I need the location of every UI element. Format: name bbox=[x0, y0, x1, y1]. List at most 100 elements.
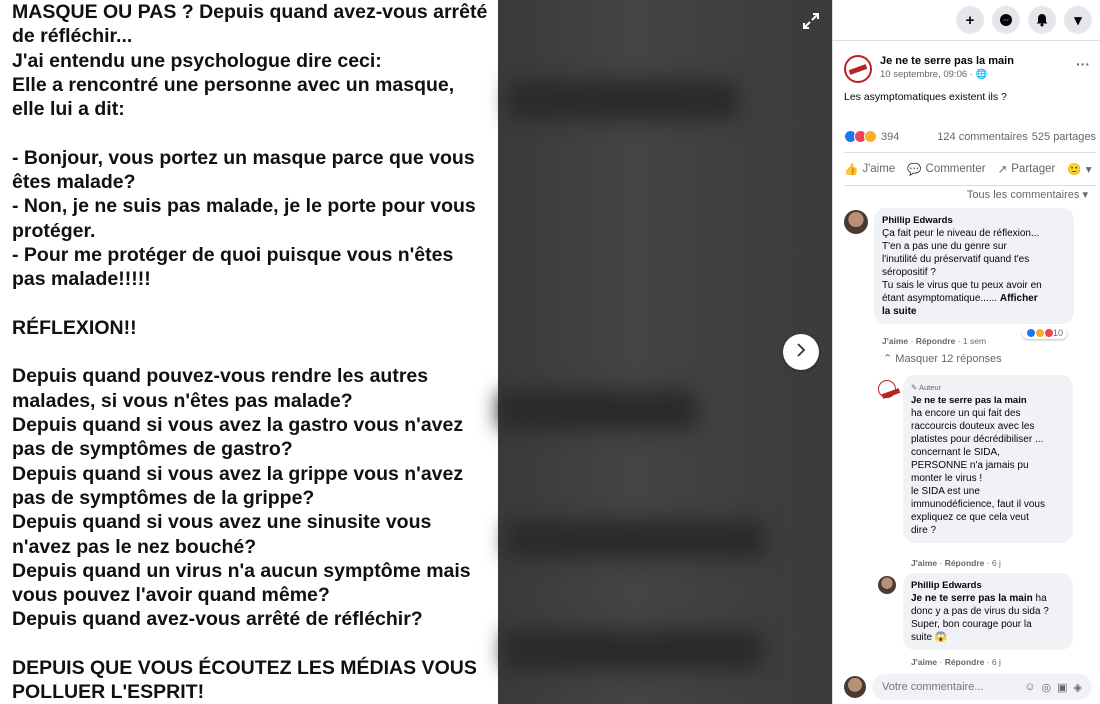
reply-actions: J'aime · Répondre · 6 j bbox=[911, 657, 1001, 667]
hide-replies-label: Masquer 12 réponses bbox=[895, 353, 1002, 365]
comment-label: Commenter bbox=[925, 163, 986, 175]
photo-text-line: - Non, je ne suis pas malade, je le port… bbox=[12, 195, 476, 218]
messenger-button[interactable] bbox=[992, 6, 1020, 34]
chevron-down-icon: ▾ bbox=[1082, 189, 1088, 201]
user-avatar[interactable] bbox=[844, 676, 866, 698]
haha-reaction-icon bbox=[864, 130, 877, 143]
photo-text-line: vous pouvez l'avoir quand même? bbox=[12, 584, 330, 607]
author-tag-label: Auteur bbox=[918, 383, 942, 392]
commenter-avatar[interactable] bbox=[844, 210, 868, 234]
comment-filter-dropdown[interactable]: Tous les commentaires ▾ bbox=[967, 188, 1088, 201]
photo-text-line: Depuis quand si vous avez la grippe vous… bbox=[12, 462, 464, 485]
photo-area: MASQUE OU PAS ? Depuis quand avez-vous a… bbox=[0, 0, 832, 704]
comment-item bbox=[844, 210, 868, 234]
photo-text-line: pas de symptômes de la grippe? bbox=[12, 486, 315, 509]
comment-reaction-count: 10 bbox=[1053, 328, 1064, 338]
messenger-icon bbox=[1000, 14, 1012, 26]
photo-text-line: Depuis quand si vous avez une sinusite v… bbox=[12, 511, 432, 534]
bell-icon bbox=[1036, 14, 1048, 27]
gif-icon[interactable]: ▣ bbox=[1057, 681, 1067, 694]
photo-text-line: POLLUER L'ESPRIT! bbox=[12, 681, 205, 704]
photo-text-line: n'avez pas le nez bouché? bbox=[12, 535, 257, 558]
reply-author[interactable]: Phillip Edwards bbox=[911, 579, 1065, 592]
comment-composer: ☺ ◎ ▣ ◈ bbox=[844, 674, 1094, 700]
reply-author[interactable]: Je ne te serre pas la main bbox=[911, 394, 1065, 407]
globe-icon: 🌐 bbox=[975, 69, 988, 80]
photo-text-line: elle lui a dit: bbox=[12, 98, 125, 121]
reactions-count[interactable]: 394 bbox=[881, 131, 899, 143]
plus-icon: + bbox=[965, 11, 975, 29]
comment-icon: 💬 bbox=[907, 164, 922, 176]
reply-item bbox=[878, 380, 896, 398]
account-menu-button[interactable]: ▾ bbox=[1064, 6, 1092, 34]
comment-author[interactable]: Phillip Edwards bbox=[882, 214, 1066, 227]
top-icons: + ▾ bbox=[956, 6, 1092, 34]
reply-time[interactable]: 6 j bbox=[992, 657, 1001, 667]
expand-icon[interactable] bbox=[798, 8, 824, 34]
post-date-text: 10 septembre, 09:06 · bbox=[880, 69, 976, 80]
photo-text-line: Depuis quand un virus n'a aucun symptôme… bbox=[12, 559, 471, 582]
reply-item bbox=[878, 576, 896, 594]
reply-reply-link[interactable]: Répondre bbox=[945, 657, 985, 667]
author-tag: ✎ Auteur bbox=[911, 381, 1065, 394]
photo-text-line: J'ai entendu une psychologue dire ceci: bbox=[12, 49, 382, 72]
reply-bubble: Phillip Edwards Je ne te serre pas la ma… bbox=[903, 573, 1073, 650]
comment-like-link[interactable]: J'aime bbox=[882, 336, 908, 346]
page-name[interactable]: Je ne te serre pas la main bbox=[880, 55, 1014, 67]
reply-time[interactable]: 6 j bbox=[992, 558, 1001, 568]
photo-text-line: DEPUIS QUE VOUS ÉCOUTEZ LES MÉDIAS VOUS bbox=[12, 657, 477, 680]
photo-text-line: protéger. bbox=[12, 219, 96, 242]
reply-avatar[interactable] bbox=[878, 380, 896, 398]
reply-like-link[interactable]: J'aime bbox=[911, 657, 937, 667]
like-button[interactable]: 👍 J'aime bbox=[844, 162, 895, 176]
composer-icons: ☺ ◎ ▣ ◈ bbox=[1024, 681, 1082, 694]
chevron-down-icon: ▾ bbox=[1074, 12, 1082, 29]
photo-text-line: Depuis quand si vous avez la gastro vous… bbox=[12, 414, 464, 437]
chevron-right-icon bbox=[794, 342, 808, 362]
share-label: Partager bbox=[1011, 163, 1056, 175]
thumbs-up-icon: 👍 bbox=[844, 164, 859, 176]
page-avatar[interactable] bbox=[844, 55, 872, 83]
photo-text-line bbox=[12, 292, 486, 316]
reply-like-link[interactable]: J'aime bbox=[911, 558, 937, 568]
chevron-up-icon: ⌃ bbox=[883, 353, 893, 365]
share-icon: ↗ bbox=[997, 164, 1008, 176]
photo-text-line: Elle a rencontré une personne avec un ma… bbox=[12, 73, 455, 96]
photo-text-line: MASQUE OU PAS ? Depuis quand avez-vous a… bbox=[12, 1, 488, 23]
photo-image-text: MASQUE OU PAS ? Depuis quand avez-vous a… bbox=[0, 0, 498, 704]
comments-count[interactable]: 124 commentaires bbox=[937, 131, 1028, 143]
comment-time[interactable]: 1 sem bbox=[963, 336, 986, 346]
share-button[interactable]: ↗ Partager bbox=[998, 162, 1056, 176]
sticker-icon[interactable]: ◈ bbox=[1074, 681, 1082, 694]
post-caption: Les asymptomatiques existent ils ? bbox=[844, 91, 1007, 103]
reply-reply-link[interactable]: Répondre bbox=[945, 558, 985, 568]
photo-text-line: Depuis quand pouvez-vous rendre les autr… bbox=[12, 365, 429, 388]
divider bbox=[833, 40, 1100, 41]
reply-avatar[interactable] bbox=[878, 576, 896, 594]
all-comments-label: Tous les commentaires bbox=[966, 189, 1080, 201]
mention-link[interactable]: Je ne te serre pas la main bbox=[911, 593, 1033, 604]
chevron-down-icon: ▾ bbox=[1085, 164, 1092, 176]
next-photo-button[interactable] bbox=[783, 334, 819, 370]
more-options-icon[interactable]: ··· bbox=[1076, 56, 1090, 72]
post-date[interactable]: 10 septembre, 09:06 · 🌐 bbox=[880, 69, 1014, 80]
photo-text-line: êtes malade? bbox=[12, 171, 136, 194]
like-label: J'aime bbox=[862, 163, 896, 175]
photo-text-line bbox=[12, 632, 486, 656]
reaction-selector[interactable]: 🙂 ▾ bbox=[1067, 162, 1091, 176]
photo-text-line: malades, si vous n'êtes pas malade? bbox=[12, 389, 353, 412]
shares-count[interactable]: 525 partages bbox=[1032, 131, 1096, 143]
hide-replies-button[interactable]: ⌃ Masquer 12 réponses bbox=[883, 352, 1002, 365]
pencil-icon: ✎ bbox=[911, 383, 918, 392]
photo-text-line bbox=[12, 121, 486, 145]
reply-text: ha encore un qui fait des raccourcis dou… bbox=[911, 408, 1045, 536]
comment-reactions-badge[interactable]: 10 bbox=[1022, 327, 1068, 339]
photo-viewer: MASQUE OU PAS ? Depuis quand avez-vous a… bbox=[0, 0, 1100, 704]
photo-text-line: de réfléchir... bbox=[12, 25, 133, 48]
camera-icon[interactable]: ◎ bbox=[1042, 681, 1052, 694]
comment-button[interactable]: 💬 Commenter bbox=[907, 162, 985, 176]
notifications-button[interactable] bbox=[1028, 6, 1056, 34]
create-button[interactable]: + bbox=[956, 6, 984, 34]
comment-reply-link[interactable]: Répondre bbox=[916, 336, 956, 346]
emoji-icon[interactable]: ☺ bbox=[1024, 681, 1035, 694]
